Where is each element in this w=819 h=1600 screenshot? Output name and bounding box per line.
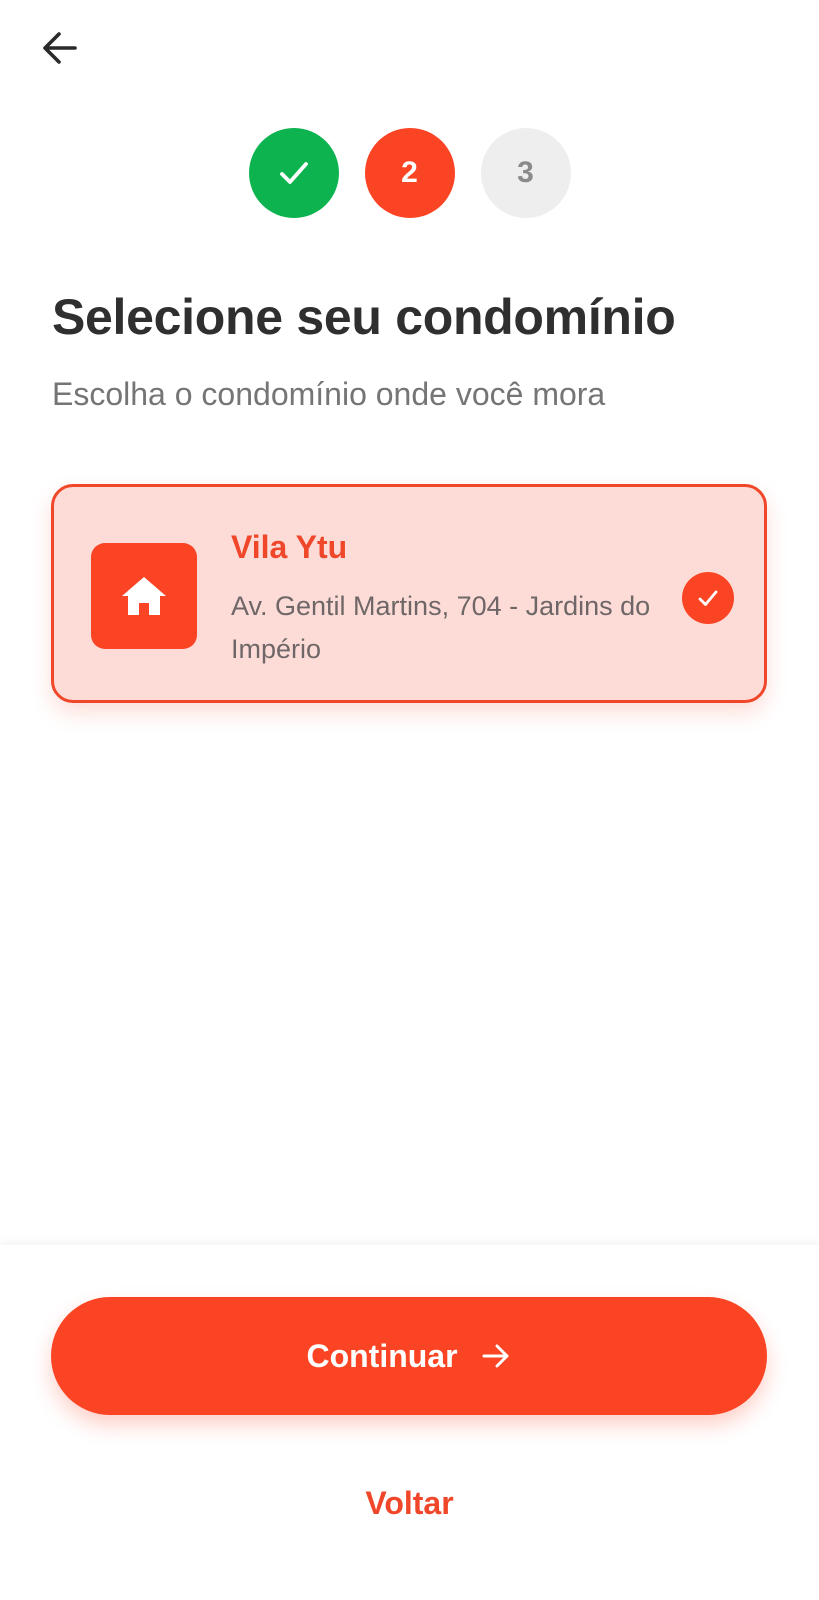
bottom-action-bar: Continuar Voltar <box>0 1245 819 1600</box>
condominium-name: Vila Ytu <box>231 529 348 565</box>
page-title: Selecione seu condomínio <box>52 289 676 345</box>
home-icon <box>122 577 166 615</box>
back-link[interactable]: Voltar <box>0 1485 819 1522</box>
arrow-right-icon <box>482 1344 509 1368</box>
step-2-active: 2 <box>364 128 455 218</box>
page-subtitle: Escolha o condomínio onde você mora <box>52 376 606 412</box>
progress-stepper: 2 3 <box>0 128 819 218</box>
continue-button-label: Continuar <box>306 1337 458 1374</box>
condominium-icon-tile <box>91 543 197 649</box>
selected-check-badge <box>682 572 734 624</box>
check-icon <box>279 162 308 184</box>
check-icon <box>698 590 718 606</box>
arrow-left-icon <box>43 32 77 64</box>
back-button[interactable] <box>32 20 88 76</box>
condominium-address: Av. Gentil Martins, 704 - Jardins do Imp… <box>231 591 651 664</box>
step-number: 3 <box>517 156 534 189</box>
step-1-completed <box>248 128 339 218</box>
step-number: 2 <box>401 156 418 189</box>
step-3-pending: 3 <box>480 128 571 218</box>
condominium-card-selected[interactable]: Vila Ytu Av. Gentil Martins, 704 - Jardi… <box>51 484 767 703</box>
condominium-selection-screen: 2 3 Selecione seu condomínio Escolha o c… <box>0 0 819 1600</box>
continue-button[interactable]: Continuar <box>51 1297 767 1415</box>
